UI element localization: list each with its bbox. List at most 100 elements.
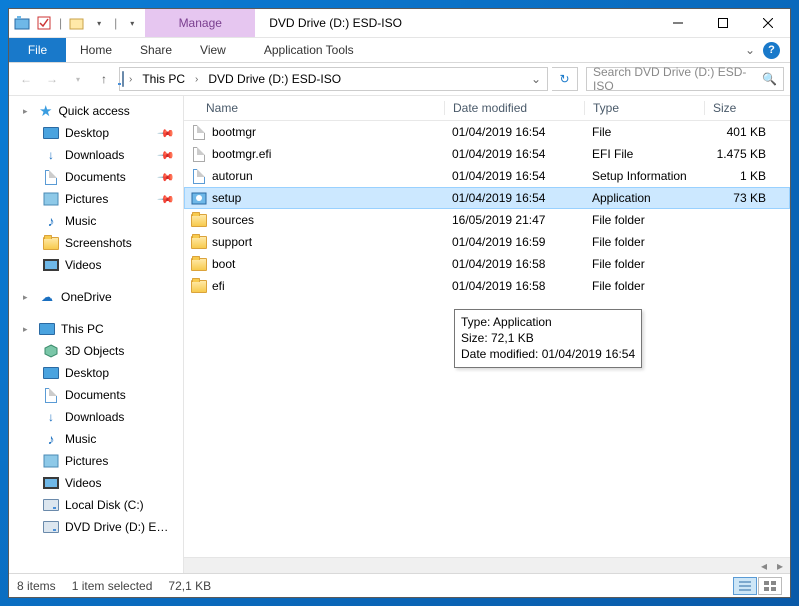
sidebar-item-videos[interactable]: Videos [9,254,183,276]
drive-icon [122,72,124,86]
file-row[interactable]: bootmgr.efi01/04/2019 16:54EFI File1.475… [184,143,790,165]
file-list: Name Date modified Type Size bootmgr01/0… [184,96,790,573]
sidebar-onedrive[interactable]: ▸ ☁ OneDrive [9,286,183,308]
cube-icon [43,343,59,359]
scroll-right-icon[interactable]: ▸ [772,559,788,573]
main-area: ▸ ★ Quick access Desktop📌↓Downloads📌Docu… [9,96,790,573]
sidebar-item-pictures[interactable]: Pictures [9,450,183,472]
sidebar-item-pictures[interactable]: Pictures📌 [9,188,183,210]
file-tab[interactable]: File [9,38,66,62]
pic-icon [43,191,59,207]
new-folder-icon[interactable] [68,14,86,32]
down-icon: ↓ [43,147,59,163]
sidebar-item-videos[interactable]: Videos [9,472,183,494]
chevron-right-icon[interactable]: › [192,74,201,85]
column-name[interactable]: Name [206,101,444,115]
sidebar-item-music[interactable]: ♪Music [9,428,183,450]
separator: | [59,16,62,30]
inf-icon [190,167,208,185]
address-dropdown-icon[interactable]: ⌄ [527,72,545,86]
tooltip: Type: Application Size: 72,1 KB Date mod… [454,309,642,368]
folder-icon [190,233,208,251]
column-type[interactable]: Type [584,101,704,115]
expander-icon[interactable]: ▸ [23,324,33,335]
sidebar-item-3d-objects[interactable]: 3D Objects [9,340,183,362]
pin-icon: 📌 [157,146,176,165]
forward-button[interactable]: → [41,68,63,90]
chevron-right-icon[interactable]: › [126,74,135,85]
file-row[interactable]: support01/04/2019 16:59File folder [184,231,790,253]
music-icon: ♪ [43,431,59,447]
search-icon: 🔍 [762,72,777,86]
up-button[interactable]: ↑ [93,68,115,90]
help-icon[interactable]: ? [763,42,780,59]
file-row[interactable]: efi01/04/2019 16:58File folder [184,275,790,297]
file-date: 01/04/2019 16:58 [444,257,584,271]
window-title: DVD Drive (D:) ESD-ISO [255,9,655,37]
app-icon [13,14,31,32]
scroll-left-icon[interactable]: ◂ [756,559,772,573]
breadcrumb-this-pc[interactable]: This PC [137,68,190,90]
thumbnails-view-button[interactable] [758,577,782,595]
file-date: 01/04/2019 16:59 [444,235,584,249]
sidebar-item-screenshots[interactable]: Screenshots [9,232,183,254]
sidebar-item-local-disk-c-[interactable]: Local Disk (C:) [9,494,183,516]
sidebar-item-desktop[interactable]: Desktop📌 [9,122,183,144]
breadcrumb-drive[interactable]: DVD Drive (D:) ESD-ISO [203,68,346,90]
folder-icon [190,211,208,229]
file-size: 1.475 KB [704,147,790,161]
file-size: 401 KB [704,125,790,139]
details-view-button[interactable] [733,577,757,595]
application-tools-tab[interactable]: Application Tools [250,38,368,62]
contextual-tab-manage[interactable]: Manage [145,9,255,37]
refresh-button[interactable]: ↻ [552,67,578,91]
sidebar-item-documents[interactable]: Documents [9,384,183,406]
sidebar-item-downloads[interactable]: ↓Downloads📌 [9,144,183,166]
file-row[interactable]: setup01/04/2019 16:54Application73 KB [184,187,790,209]
sidebar-quick-access[interactable]: ▸ ★ Quick access [9,100,183,122]
address-bar[interactable]: › This PC › DVD Drive (D:) ESD-ISO ⌄ [119,67,548,91]
sidebar-item-dvd-drive-d-esd-iso[interactable]: DVD Drive (D:) ESD-ISO [9,516,183,538]
music-icon: ♪ [43,213,59,229]
ribbon-tabs: File Home Share View Application Tools ⌄… [9,38,790,63]
file-date: 01/04/2019 16:54 [444,125,584,139]
file-row[interactable]: boot01/04/2019 16:58File folder [184,253,790,275]
minimize-button[interactable] [655,9,700,37]
column-date[interactable]: Date modified [444,101,584,115]
home-tab[interactable]: Home [66,38,126,62]
maximize-button[interactable] [700,9,745,37]
sidebar-item-documents[interactable]: Documents📌 [9,166,183,188]
back-button[interactable]: ← [15,68,37,90]
column-headers[interactable]: Name Date modified Type Size [184,96,790,121]
close-button[interactable] [745,9,790,37]
file-type: File folder [584,213,704,227]
share-tab[interactable]: Share [126,38,186,62]
folder-icon [190,255,208,273]
file-date: 01/04/2019 16:54 [444,169,584,183]
doc-icon [43,169,59,185]
view-tab[interactable]: View [186,38,240,62]
ribbon-expand-icon[interactable]: ⌄ [745,43,755,57]
horizontal-scrollbar[interactable]: ◂ ▸ [184,557,790,573]
file-type: Setup Information [584,169,704,183]
recent-locations-icon[interactable]: ▾ [67,68,89,90]
file-date: 01/04/2019 16:54 [444,147,584,161]
pic-icon [43,453,59,469]
pin-icon: 📌 [157,190,176,209]
file-row[interactable]: sources16/05/2019 21:47File folder [184,209,790,231]
properties-icon[interactable] [35,14,53,32]
sidebar-item-music[interactable]: ♪Music [9,210,183,232]
sidebar-this-pc[interactable]: ▸ This PC [9,318,183,340]
sidebar-item-downloads[interactable]: ↓Downloads [9,406,183,428]
search-input[interactable]: Search DVD Drive (D:) ESD-ISO 🔍 [586,67,784,91]
explorer-window: | ▾ | ▾ Manage DVD Drive (D:) ESD-ISO Fi… [8,8,791,598]
column-size[interactable]: Size [704,101,790,115]
qat-customize-icon[interactable]: ▾ [123,14,141,32]
file-row[interactable]: autorun01/04/2019 16:54Setup Information… [184,165,790,187]
expander-icon[interactable]: ▸ [23,292,33,303]
chevron-down-icon[interactable]: ▾ [90,14,108,32]
sidebar-item-desktop[interactable]: Desktop [9,362,183,384]
expander-icon[interactable]: ▸ [23,106,33,117]
file-row[interactable]: bootmgr01/04/2019 16:54File401 KB [184,121,790,143]
navigation-pane[interactable]: ▸ ★ Quick access Desktop📌↓Downloads📌Docu… [9,96,184,573]
